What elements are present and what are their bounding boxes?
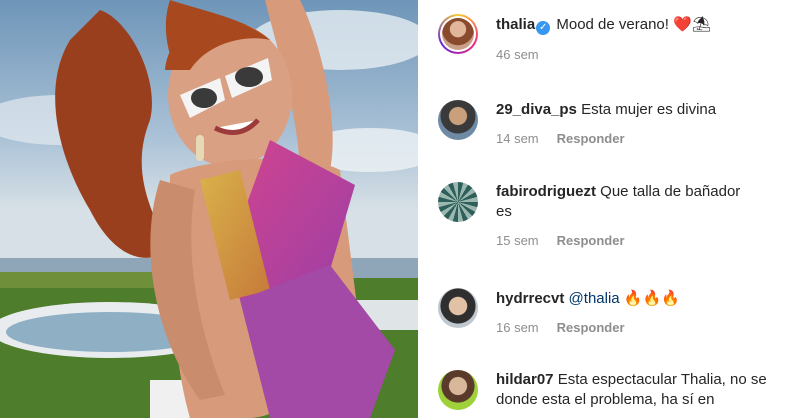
fire-emoji: 🔥🔥🔥	[623, 289, 680, 307]
beach-umbrella-emoji: ⛱	[691, 15, 711, 33]
comment-item: 29_diva_ps Esta mujer es divina 14 sem R…	[438, 100, 790, 146]
commenter-avatar[interactable]	[438, 288, 478, 328]
comment-item: hildar07 Esta espectacular Thalia, no se…	[438, 370, 790, 410]
reply-button[interactable]: Responder	[557, 320, 625, 335]
reply-button[interactable]: Responder	[557, 131, 625, 146]
comment-username[interactable]: 29_diva_ps	[496, 101, 577, 118]
comment-username[interactable]: fabirodriguezt	[496, 183, 596, 200]
author-avatar[interactable]	[438, 14, 478, 54]
author-username[interactable]: thalia	[496, 16, 535, 33]
heart-emoji: ❤️	[673, 15, 692, 33]
comments-panel: thalia ✓ Mood de verano! ❤️⛱ 46 sem 29_di…	[418, 0, 800, 418]
comment-time[interactable]: 14 sem	[496, 131, 539, 146]
reply-button[interactable]: Responder	[557, 233, 625, 248]
caption-text: Mood de verano!	[556, 16, 669, 33]
post-photo[interactable]	[0, 0, 418, 418]
comment-time[interactable]: 15 sem	[496, 233, 539, 248]
comment-username[interactable]: hydrrecvt	[496, 290, 564, 307]
commenter-avatar[interactable]	[438, 370, 478, 410]
post-caption: thalia ✓ Mood de verano! ❤️⛱ 46 sem	[438, 14, 790, 62]
instagram-post-view: thalia ✓ Mood de verano! ❤️⛱ 46 sem 29_di…	[0, 0, 800, 418]
post-image	[0, 0, 418, 418]
comment-username[interactable]: hildar07	[496, 371, 554, 388]
comment-item: hydrrecvt @thalia 🔥🔥🔥 16 sem Responder	[438, 288, 790, 335]
comment-text: Esta mujer es divina	[581, 101, 717, 118]
verified-badge-icon: ✓	[536, 21, 551, 35]
mention-link[interactable]: @thalia	[569, 290, 620, 307]
caption-time[interactable]: 46 sem	[496, 47, 539, 62]
comment-item: fabirodriguezt Que talla de bañador es 1…	[438, 182, 790, 248]
comment-time[interactable]: 16 sem	[496, 320, 539, 335]
commenter-avatar[interactable]	[438, 182, 478, 222]
commenter-avatar[interactable]	[438, 100, 478, 140]
